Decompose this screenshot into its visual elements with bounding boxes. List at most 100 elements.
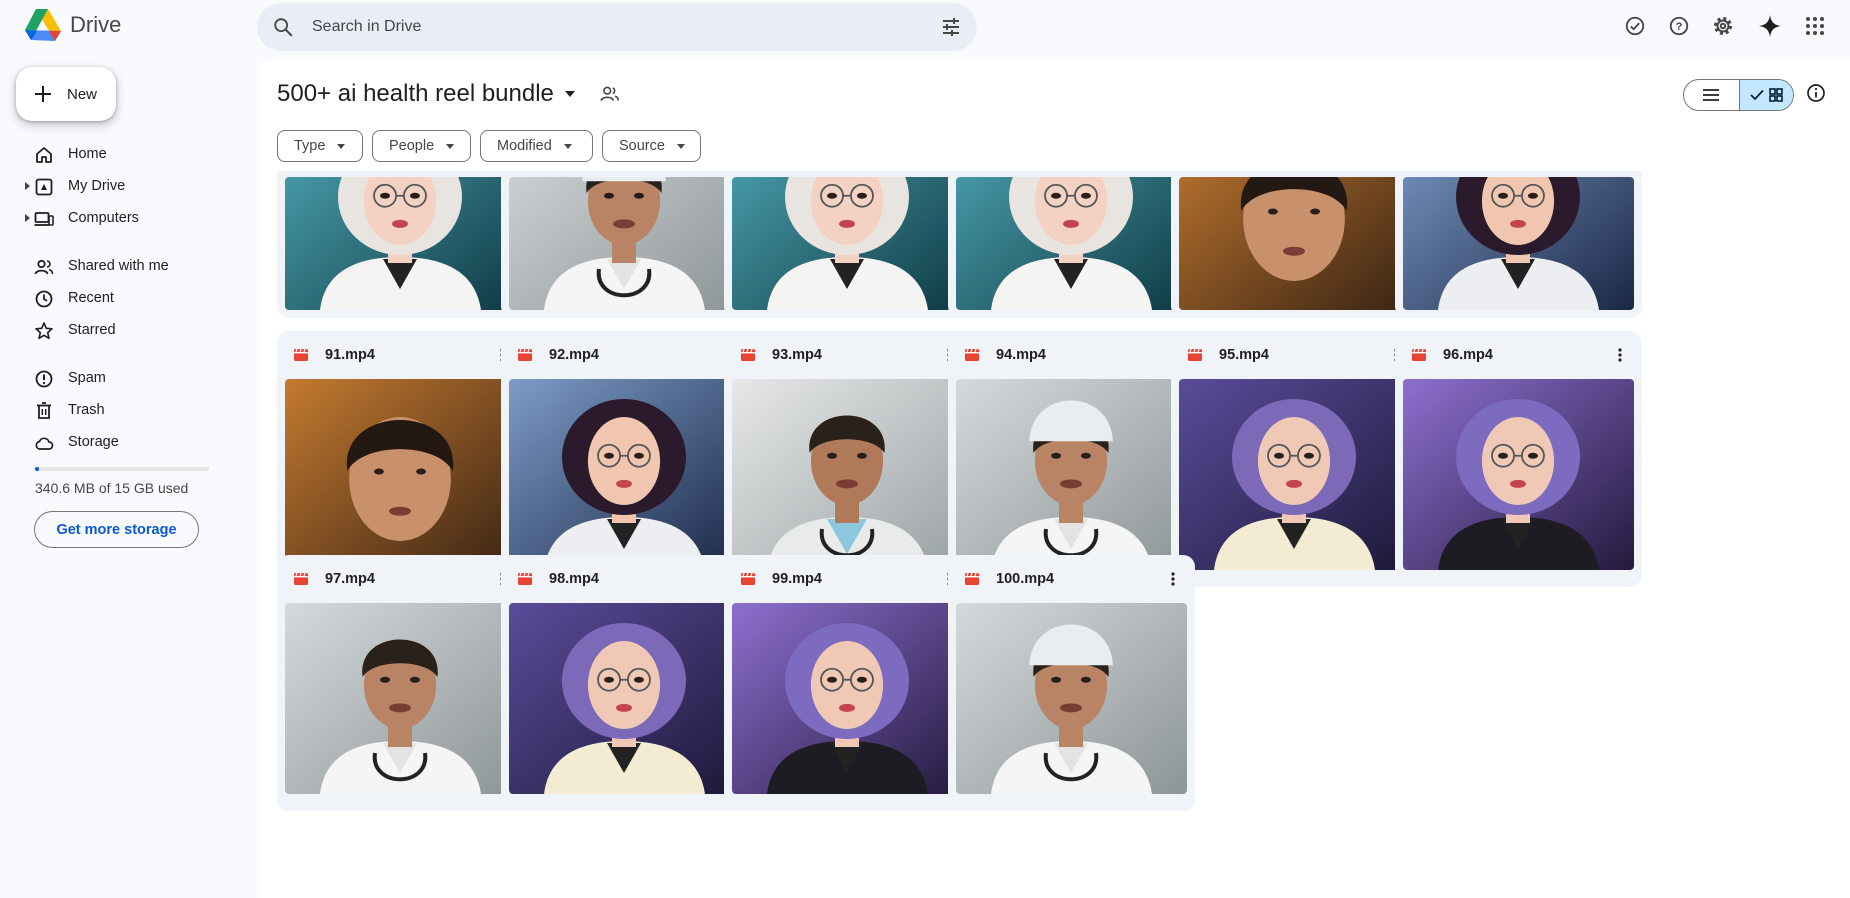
video-thumbnail[interactable]: [1179, 379, 1410, 570]
file-card[interactable]: [277, 171, 524, 318]
video-file-icon: [294, 572, 308, 585]
video-thumbnail[interactable]: [285, 177, 516, 310]
cloud-icon: [35, 437, 54, 450]
sidebar-item-label: Starred: [68, 322, 116, 338]
info-icon[interactable]: [1806, 83, 1826, 103]
video-file-icon: [1412, 348, 1426, 361]
sidebar-item-recent[interactable]: Recent: [0, 282, 230, 314]
sidebar-item-label: Trash: [68, 402, 105, 418]
file-name: 96.mp4: [1443, 347, 1493, 363]
sidebar-item-home[interactable]: Home: [0, 138, 230, 170]
star-icon: [35, 322, 53, 340]
svg-text:?: ?: [1676, 21, 1683, 33]
file-card-header: 100.mp4: [948, 555, 1195, 602]
list-icon: [1703, 89, 1720, 101]
search-bar[interactable]: [257, 3, 977, 51]
file-card-91-mp4[interactable]: 91.mp4: [277, 331, 524, 587]
video-file-icon: [965, 348, 979, 361]
filter-people-chip[interactable]: People: [372, 130, 471, 162]
file-card-100-mp4[interactable]: 100.mp4: [948, 555, 1195, 811]
home-icon: [36, 147, 52, 163]
video-thumbnail[interactable]: [1179, 177, 1410, 310]
expand-caret-icon[interactable]: [25, 214, 30, 222]
settings-icon[interactable]: [1708, 11, 1738, 41]
grid-view-button[interactable]: [1738, 80, 1793, 110]
sidebar-item-label: My Drive: [68, 178, 126, 194]
file-card-header: 91.mp4: [277, 331, 524, 378]
grid-icon: [1768, 88, 1783, 102]
sidebar-item-computers[interactable]: Computers: [0, 202, 230, 234]
sidebar-item-starred[interactable]: Starred: [0, 314, 230, 346]
video-file-icon: [518, 572, 532, 585]
search-options-icon[interactable]: [941, 17, 961, 37]
list-view-button[interactable]: [1684, 80, 1739, 110]
file-card[interactable]: [1171, 171, 1418, 318]
storage-usage-bar: [35, 467, 209, 471]
offline-ready-icon[interactable]: [1620, 11, 1650, 41]
apps-grid-icon[interactable]: [1800, 11, 1830, 41]
search-input[interactable]: [312, 3, 872, 51]
search-icon[interactable]: [272, 16, 294, 38]
manage-access-icon[interactable]: [599, 83, 621, 105]
gemini-icon[interactable]: [1755, 11, 1785, 41]
file-grid: 91.mp4 92.mp4 93.mp4 94.mp4 95.mp4 96.mp…: [277, 171, 1850, 898]
spam-icon: [35, 370, 53, 388]
help-icon[interactable]: ?: [1664, 11, 1694, 41]
file-card-header: 97.mp4: [277, 555, 524, 602]
dropdown-arrow-icon: [676, 143, 685, 149]
sidebar-item-label: Computers: [68, 210, 139, 226]
expand-caret-icon[interactable]: [25, 182, 30, 190]
sidebar-item-trash[interactable]: Trash: [0, 394, 230, 426]
checkmark-icon: [1750, 89, 1764, 101]
new-button[interactable]: New: [16, 67, 116, 121]
video-thumbnail[interactable]: [509, 177, 740, 310]
file-card-94-mp4[interactable]: 94.mp4: [948, 331, 1195, 587]
folder-title-dropdown[interactable]: 500+ ai health reel bundle: [277, 80, 576, 108]
video-file-icon: [741, 572, 755, 585]
get-more-storage-button[interactable]: Get more storage: [34, 511, 199, 548]
file-card-99-mp4[interactable]: 99.mp4: [724, 555, 971, 811]
sidebar-item-label: Shared with me: [68, 258, 169, 274]
filter-source-chip[interactable]: Source: [602, 130, 701, 162]
video-thumbnail[interactable]: [732, 177, 963, 310]
video-thumbnail[interactable]: [1403, 177, 1634, 310]
video-thumbnail[interactable]: [732, 603, 963, 794]
more-actions-icon[interactable]: [1161, 567, 1185, 591]
filter-modified-chip[interactable]: Modified: [480, 130, 593, 162]
file-card[interactable]: [724, 171, 971, 318]
more-actions-icon[interactable]: [1608, 343, 1632, 367]
video-thumbnail[interactable]: [285, 379, 516, 570]
sidebar-item-storage[interactable]: Storage: [0, 426, 230, 458]
file-card[interactable]: [1395, 171, 1642, 318]
file-card-95-mp4[interactable]: 95.mp4: [1171, 331, 1418, 587]
video-thumbnail[interactable]: [956, 379, 1187, 570]
file-card-header: 94.mp4: [948, 331, 1195, 378]
file-card-96-mp4[interactable]: 96.mp4: [1395, 331, 1642, 587]
file-card[interactable]: [948, 171, 1195, 318]
sidebar-item-spam[interactable]: Spam: [0, 362, 230, 394]
drive-logo[interactable]: Drive: [24, 8, 121, 42]
page-title: 500+ ai health reel bundle: [277, 80, 554, 107]
filter-type-chip[interactable]: Type: [277, 130, 363, 162]
file-card-92-mp4[interactable]: 92.mp4: [501, 331, 748, 587]
video-thumbnail[interactable]: [1403, 379, 1634, 570]
file-card-93-mp4[interactable]: 93.mp4: [724, 331, 971, 587]
video-thumbnail[interactable]: [509, 603, 740, 794]
file-card[interactable]: [501, 171, 748, 318]
video-thumbnail[interactable]: [732, 379, 963, 570]
trash-icon: [37, 402, 51, 419]
file-name: 97.mp4: [325, 571, 375, 587]
top-actions: ?: [1620, 11, 1850, 41]
video-file-icon: [518, 348, 532, 361]
video-thumbnail[interactable]: [285, 603, 516, 794]
video-thumbnail[interactable]: [956, 177, 1187, 310]
video-thumbnail[interactable]: [956, 603, 1187, 794]
app-name: Drive: [70, 12, 122, 37]
sidebar-item-shared-with-me[interactable]: Shared with me: [0, 250, 230, 282]
storage-usage-fill: [35, 467, 39, 471]
file-card-97-mp4[interactable]: 97.mp4: [277, 555, 524, 811]
video-thumbnail[interactable]: [509, 379, 740, 570]
sidebar-item-my-drive[interactable]: My Drive: [0, 170, 230, 202]
file-card-header: 96.mp4: [1395, 331, 1642, 378]
file-card-98-mp4[interactable]: 98.mp4: [501, 555, 748, 811]
